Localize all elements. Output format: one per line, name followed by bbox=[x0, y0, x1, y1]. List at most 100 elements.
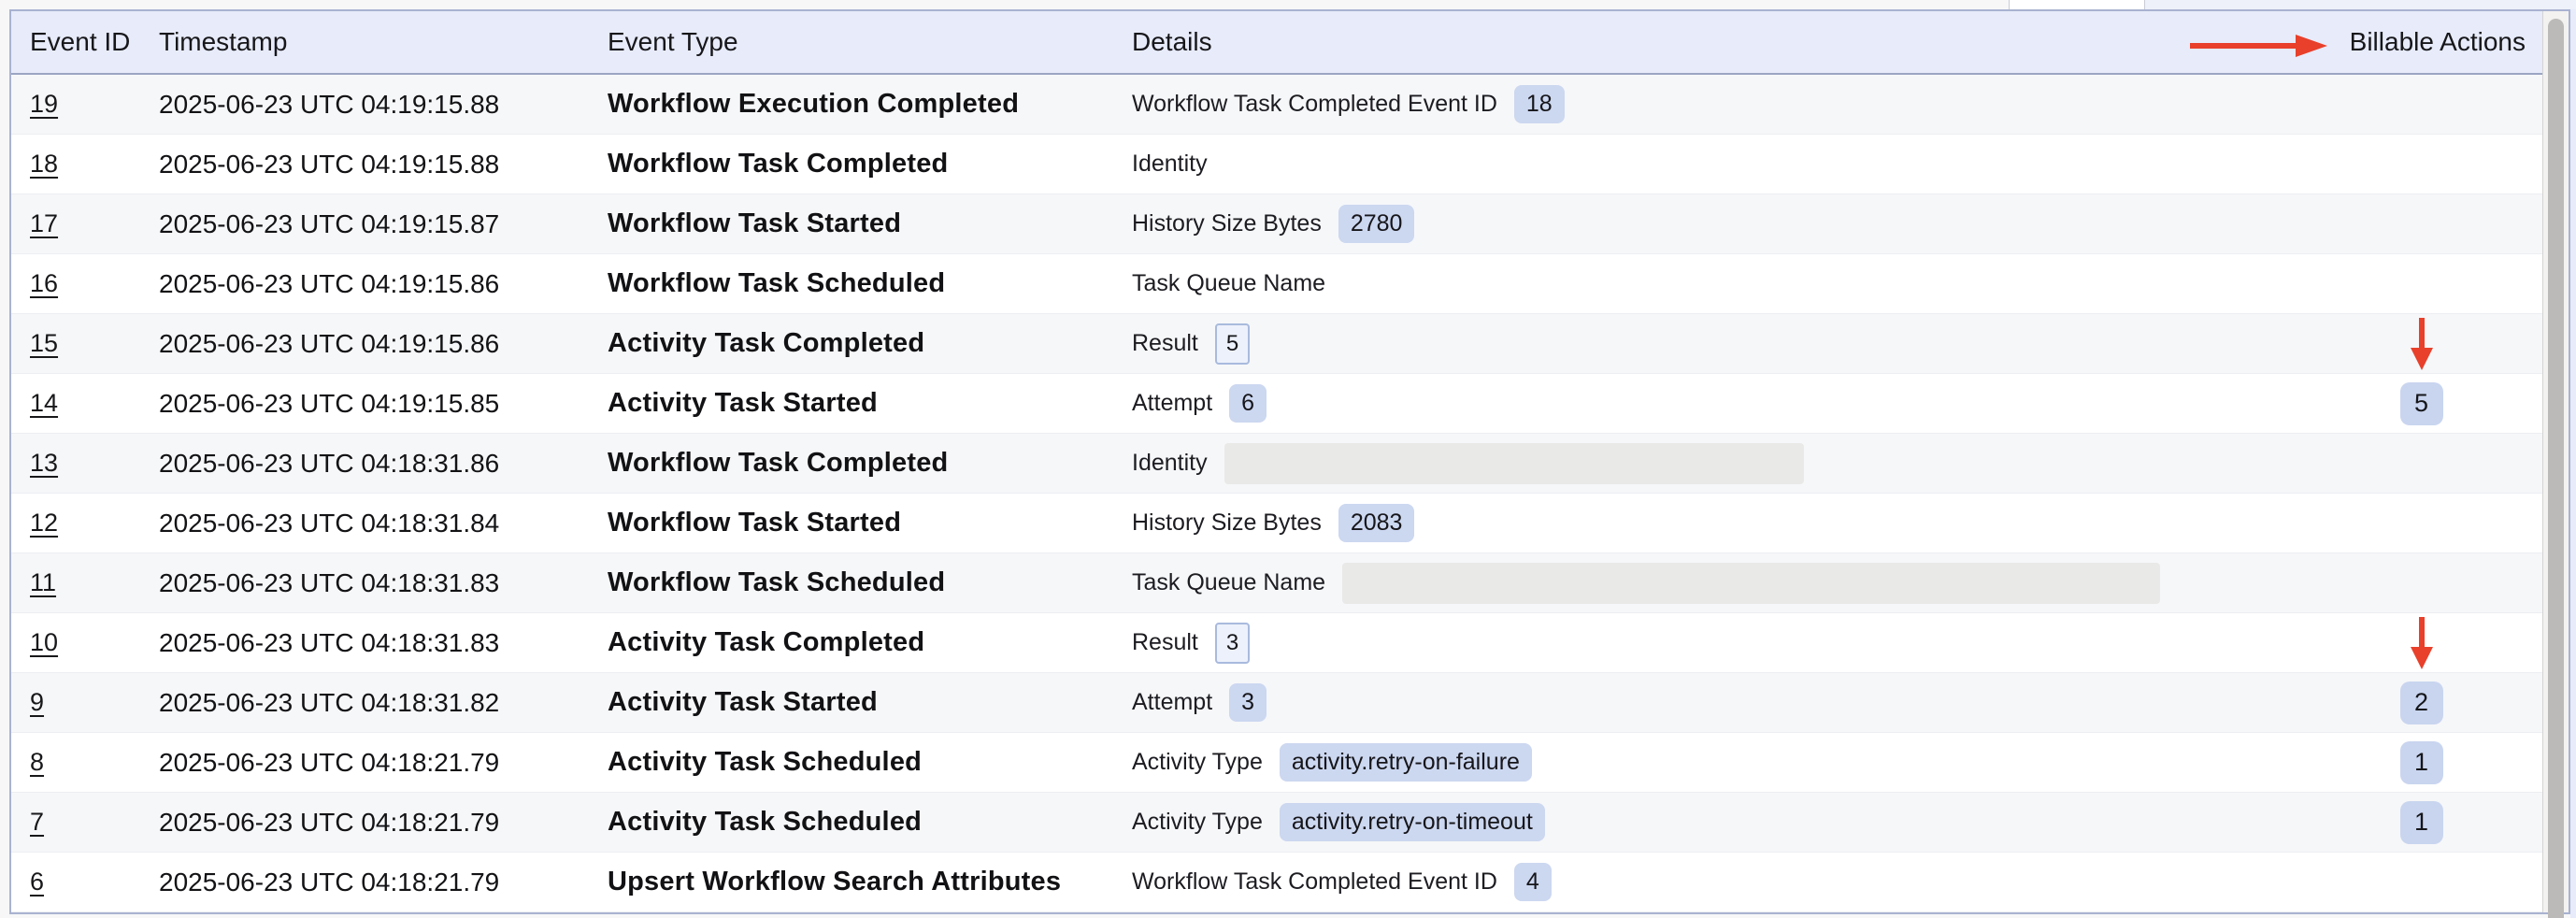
billable-actions-cell: 5 bbox=[2300, 382, 2542, 425]
timestamp-cell: 2025-06-23 UTC 04:19:15.86 bbox=[159, 269, 608, 299]
details-cell: Activity Type activity.retry-on-timeout bbox=[1132, 803, 2300, 841]
top-strip-right bbox=[2145, 0, 2576, 9]
table-row: 11 2025-06-23 UTC 04:18:31.83 Workflow T… bbox=[11, 553, 2569, 613]
scrollbar-thumb[interactable] bbox=[2548, 19, 2564, 918]
table-row: 9 2025-06-23 UTC 04:18:31.82 Activity Ta… bbox=[11, 673, 2569, 733]
event-type-cell: Workflow Execution Completed bbox=[608, 89, 1132, 120]
event-id-cell: 6 bbox=[30, 868, 159, 896]
detail-label: Attempt bbox=[1132, 689, 1212, 716]
detail-label: Activity Type bbox=[1132, 749, 1263, 776]
event-id-link[interactable]: 7 bbox=[30, 808, 44, 836]
detail-label: History Size Bytes bbox=[1132, 509, 1322, 537]
billable-badge: 5 bbox=[2400, 382, 2443, 425]
details-cell: History Size Bytes 2780 bbox=[1132, 205, 2300, 243]
event-id-cell: 8 bbox=[30, 748, 159, 777]
event-id-cell: 7 bbox=[30, 808, 159, 837]
table-body: 19 2025-06-23 UTC 04:19:15.88 Workflow E… bbox=[11, 75, 2569, 912]
event-type-cell: Workflow Task Completed bbox=[608, 149, 1132, 179]
event-type-cell: Workflow Task Completed bbox=[608, 448, 1132, 479]
detail-value-badge: activity.retry-on-failure bbox=[1280, 743, 1532, 782]
red-arrow-right-icon bbox=[2187, 34, 2329, 58]
detail-label: Workflow Task Completed Event ID bbox=[1132, 91, 1497, 118]
detail-value-badge: 18 bbox=[1514, 85, 1565, 123]
detail-label: Task Queue Name bbox=[1132, 270, 1325, 297]
detail-value-badge: 3 bbox=[1215, 623, 1250, 664]
event-id-link[interactable]: 18 bbox=[30, 150, 58, 178]
detail-value-badge bbox=[1342, 563, 2160, 604]
event-id-cell: 16 bbox=[30, 269, 159, 298]
event-id-link[interactable]: 12 bbox=[30, 509, 58, 537]
column-header-timestamp: Timestamp bbox=[159, 27, 608, 57]
event-id-cell: 13 bbox=[30, 449, 159, 478]
table-row: 14 2025-06-23 UTC 04:19:15.85 Activity T… bbox=[11, 374, 2569, 434]
event-id-link[interactable]: 8 bbox=[30, 748, 44, 776]
detail-value-badge: activity.retry-on-timeout bbox=[1280, 803, 1545, 841]
event-id-link[interactable]: 14 bbox=[30, 389, 58, 417]
timestamp-cell: 2025-06-23 UTC 04:18:21.79 bbox=[159, 808, 608, 838]
billable-actions-cell: 1 bbox=[2300, 801, 2542, 844]
event-id-link[interactable]: 11 bbox=[30, 568, 56, 596]
table-row: 10 2025-06-23 UTC 04:18:31.83 Activity T… bbox=[11, 613, 2569, 673]
vertical-scrollbar[interactable] bbox=[2542, 11, 2569, 912]
detail-label: History Size Bytes bbox=[1132, 210, 1322, 237]
event-type-cell: Workflow Task Scheduled bbox=[608, 567, 1132, 598]
event-id-link[interactable]: 15 bbox=[30, 329, 58, 357]
event-type-cell: Workflow Task Started bbox=[608, 508, 1132, 538]
detail-label: Workflow Task Completed Event ID bbox=[1132, 868, 1497, 896]
detail-value-badge: 4 bbox=[1514, 863, 1552, 901]
timestamp-cell: 2025-06-23 UTC 04:18:31.86 bbox=[159, 449, 608, 479]
detail-value-badge: 2780 bbox=[1338, 205, 1415, 243]
detail-label: Identity bbox=[1132, 151, 1208, 178]
timestamp-cell: 2025-06-23 UTC 04:19:15.87 bbox=[159, 209, 608, 239]
event-id-link[interactable]: 9 bbox=[30, 688, 44, 716]
event-id-cell: 17 bbox=[30, 209, 159, 238]
right-accent-strip bbox=[2570, 9, 2576, 918]
timestamp-cell: 2025-06-23 UTC 04:18:31.82 bbox=[159, 688, 608, 718]
table-row: 18 2025-06-23 UTC 04:19:15.88 Workflow T… bbox=[11, 135, 2569, 194]
event-id-cell: 19 bbox=[30, 90, 159, 119]
event-id-link[interactable]: 16 bbox=[30, 269, 58, 297]
details-cell: Workflow Task Completed Event ID 18 bbox=[1132, 85, 2300, 123]
column-header-billable-actions: Billable Actions bbox=[2300, 27, 2542, 57]
details-cell: Activity Type activity.retry-on-failure bbox=[1132, 743, 2300, 782]
table-row: 15 2025-06-23 UTC 04:19:15.86 Activity T… bbox=[11, 314, 2569, 374]
column-header-event-id: Event ID bbox=[30, 27, 159, 57]
billable-actions-cell: 1 bbox=[2300, 741, 2542, 784]
event-type-cell: Activity Task Scheduled bbox=[608, 807, 1132, 838]
event-id-cell: 9 bbox=[30, 688, 159, 717]
table-row: 17 2025-06-23 UTC 04:19:15.87 Workflow T… bbox=[11, 194, 2569, 254]
column-header-event-type: Event Type bbox=[608, 27, 1132, 57]
table-row: 8 2025-06-23 UTC 04:18:21.79 Activity Ta… bbox=[11, 733, 2569, 793]
event-id-cell: 18 bbox=[30, 150, 159, 179]
event-id-cell: 12 bbox=[30, 509, 159, 538]
detail-label: Attempt bbox=[1132, 390, 1212, 417]
detail-value-badge: 2083 bbox=[1338, 504, 1415, 542]
details-cell: Result 3 bbox=[1132, 623, 2300, 664]
event-type-cell: Activity Task Completed bbox=[608, 627, 1132, 658]
detail-value-badge: 5 bbox=[1215, 323, 1250, 365]
event-id-link[interactable]: 6 bbox=[30, 868, 44, 896]
details-cell: History Size Bytes 2083 bbox=[1132, 504, 2300, 542]
table-row: 13 2025-06-23 UTC 04:18:31.86 Workflow T… bbox=[11, 434, 2569, 494]
event-id-link[interactable]: 17 bbox=[30, 209, 58, 237]
table-header-row: Event ID Timestamp Event Type Details Bi… bbox=[11, 11, 2569, 75]
event-type-cell: Activity Task Started bbox=[608, 388, 1132, 419]
detail-label: Result bbox=[1132, 629, 1198, 656]
billable-badge: 1 bbox=[2400, 741, 2443, 784]
event-id-link[interactable]: 13 bbox=[30, 449, 58, 477]
event-type-cell: Activity Task Scheduled bbox=[608, 747, 1132, 778]
billable-actions-cell: 2 bbox=[2300, 681, 2542, 724]
detail-value-badge: 3 bbox=[1229, 683, 1267, 722]
detail-value-badge bbox=[1224, 443, 1804, 484]
timestamp-cell: 2025-06-23 UTC 04:19:15.88 bbox=[159, 90, 608, 120]
event-type-cell: Activity Task Started bbox=[608, 687, 1132, 718]
details-cell: Identity bbox=[1132, 443, 2300, 484]
timestamp-cell: 2025-06-23 UTC 04:18:31.83 bbox=[159, 628, 608, 658]
event-id-link[interactable]: 19 bbox=[30, 90, 58, 118]
event-type-cell: Workflow Task Scheduled bbox=[608, 268, 1132, 299]
detail-label: Result bbox=[1132, 330, 1198, 357]
details-cell: Workflow Task Completed Event ID 4 bbox=[1132, 863, 2300, 901]
event-id-cell: 15 bbox=[30, 329, 159, 358]
billable-badge: 1 bbox=[2400, 801, 2443, 844]
event-id-link[interactable]: 10 bbox=[30, 628, 58, 656]
